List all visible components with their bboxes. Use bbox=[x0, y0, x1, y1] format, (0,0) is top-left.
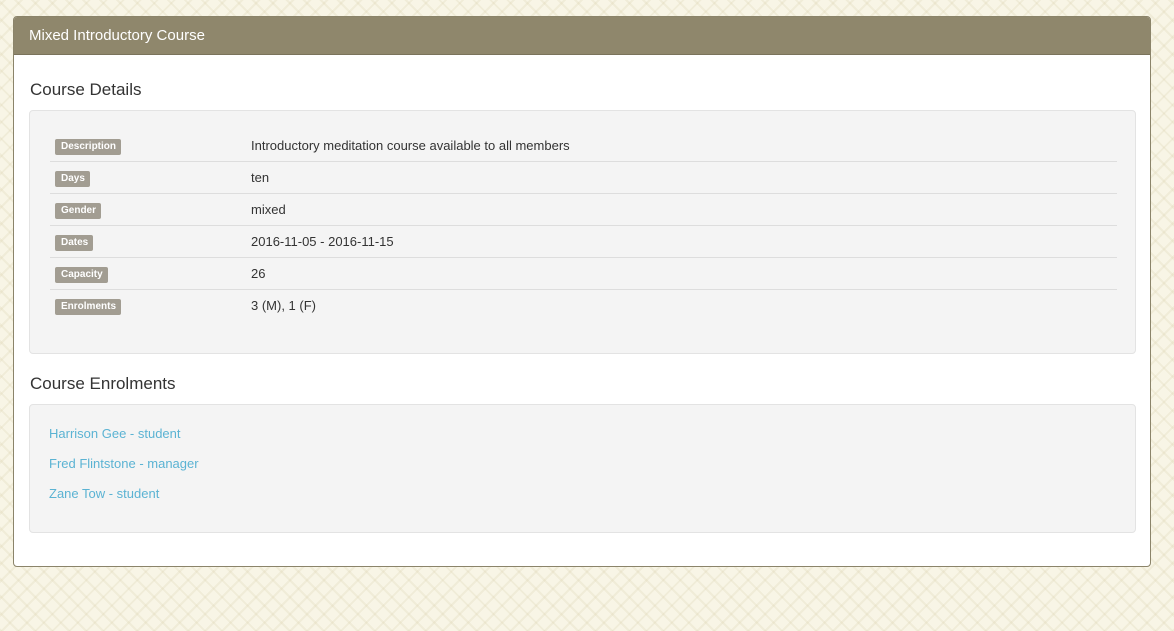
enrolments-value: 3 (M), 1 (F) bbox=[251, 289, 1117, 321]
detail-row-enrolments: Enrolments 3 (M), 1 (F) bbox=[50, 289, 1117, 321]
capacity-label: Capacity bbox=[55, 266, 108, 283]
dates-value: 2016-11-05 - 2016-11-15 bbox=[251, 225, 1117, 258]
panel-title: Mixed Introductory Course bbox=[14, 17, 1150, 55]
list-item: Fred Flintstone - manager bbox=[49, 454, 199, 484]
list-item: Zane Tow - student bbox=[49, 484, 199, 514]
course-details-heading: Course Details bbox=[30, 80, 142, 99]
gender-label: Gender bbox=[55, 202, 102, 219]
course-enrolments-well: Harrison Gee - student Fred Flintstone -… bbox=[29, 404, 1136, 533]
enrolments-label: Enrolments bbox=[55, 298, 122, 315]
dates-label: Dates bbox=[55, 234, 94, 251]
capacity-value: 26 bbox=[251, 257, 1117, 290]
enrolment-link-zane-tow[interactable]: Zane Tow - student bbox=[49, 486, 159, 501]
detail-row-dates: Dates 2016-11-05 - 2016-11-15 bbox=[50, 225, 1117, 258]
course-details-table: Description Introductory meditation cour… bbox=[50, 130, 1117, 321]
enrolment-list: Harrison Gee - student Fred Flintstone -… bbox=[49, 424, 199, 514]
detail-row-description: Description Introductory meditation cour… bbox=[50, 130, 1117, 162]
days-value: ten bbox=[251, 161, 1117, 194]
detail-row-days: Days ten bbox=[50, 161, 1117, 194]
description-label: Description bbox=[55, 138, 122, 155]
course-details-well: Description Introductory meditation cour… bbox=[29, 110, 1136, 354]
course-enrolments-heading: Course Enrolments bbox=[30, 374, 176, 393]
detail-row-gender: Gender mixed bbox=[50, 193, 1117, 226]
days-label: Days bbox=[55, 170, 90, 187]
description-value: Introductory meditation course available… bbox=[251, 138, 570, 153]
gender-value: mixed bbox=[251, 193, 1117, 226]
enrolment-link-fred-flintstone[interactable]: Fred Flintstone - manager bbox=[49, 456, 199, 471]
enrolment-link-harrison-gee[interactable]: Harrison Gee - student bbox=[49, 426, 181, 441]
course-panel: Mixed Introductory Course Course Details… bbox=[13, 16, 1151, 567]
detail-row-capacity: Capacity 26 bbox=[50, 257, 1117, 290]
list-item: Harrison Gee - student bbox=[49, 424, 199, 454]
